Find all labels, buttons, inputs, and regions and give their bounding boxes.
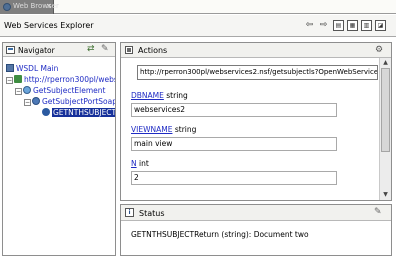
editor-tab-bar: Web Browser × (0, 0, 396, 14)
service-element-icon (23, 86, 31, 94)
tree-item-label[interactable]: GetSubjectElement (33, 86, 105, 95)
n-input[interactable]: 2 (131, 171, 337, 185)
tree-item-getnthsubject[interactable]: GETNTHSUBJECT (42, 108, 115, 118)
status-title: Status (139, 209, 165, 218)
n-type: int (139, 159, 149, 168)
back-icon[interactable]: ⇦ (304, 20, 315, 31)
forward-icon[interactable]: ⇨ (318, 20, 329, 31)
viewname-link[interactable]: VIEWNAME (131, 125, 172, 134)
navigator-panel: Navigator ⇄ ✎ WSDL Main − http://rperron3… (2, 42, 116, 256)
wsil-page-icon[interactable]: ▦ (347, 20, 358, 31)
tree-item-wsdl-main[interactable]: WSDL Main (6, 64, 58, 74)
dbname-link[interactable]: DBNAME (131, 91, 164, 100)
close-icon[interactable]: × (46, 2, 52, 10)
viewname-label: VIEWNAME string (131, 125, 196, 134)
scroll-up-icon[interactable]: ▲ (380, 58, 391, 68)
globe-icon (3, 3, 11, 11)
dbname-input[interactable]: webservices2 (131, 103, 337, 117)
viewname-input[interactable]: main view (131, 137, 337, 151)
scroll-down-icon[interactable]: ▼ (380, 190, 391, 200)
wsdl-main-icon (6, 64, 14, 72)
tree-item-label[interactable]: WSDL Main (16, 64, 58, 73)
tree-item-label[interactable]: http://rperron300pl/webservices2.nsf (24, 75, 115, 84)
explorer-title-bar: Web Services Explorer ⇦ ⇨ ▤ ▦ ▥ ◪ (0, 15, 396, 37)
actions-title: Actions (138, 46, 168, 55)
refresh-icon[interactable]: ⇄ (87, 44, 95, 54)
actions-icon (125, 46, 133, 54)
port-binding-icon (32, 97, 40, 105)
favorites-icon[interactable]: ◪ (375, 20, 386, 31)
wsdl-service-icon (14, 75, 22, 83)
tree-item-port-binding[interactable]: − GetSubjectPortSoapBinding (24, 97, 115, 107)
tree-item-label[interactable]: GetSubjectPortSoapBinding (42, 97, 115, 106)
tab-label: Web Browser (13, 2, 59, 10)
wsdl-page-icon[interactable]: ▥ (361, 20, 372, 31)
clear-status-icon[interactable]: ✎ (374, 207, 382, 217)
status-header: i Status ✎ (121, 205, 391, 221)
collapse-toggle-icon[interactable]: − (24, 99, 31, 106)
collapse-toggle-icon[interactable]: − (15, 88, 22, 95)
status-panel: i Status ✎ GETNTHSUBJECTReturn (string):… (120, 204, 392, 256)
clear-icon[interactable]: ✎ (101, 44, 109, 54)
n-label: N int (131, 159, 149, 168)
actions-panel: Actions ⚙ http://rperron300pl/webservice… (120, 42, 392, 201)
tree-item-service-url[interactable]: − http://rperron300pl/webservices2.nsf (6, 75, 115, 85)
info-icon: i (125, 208, 134, 217)
uddi-page-icon[interactable]: ▤ (333, 20, 344, 31)
actions-scrollbar[interactable]: ▲ ▼ (379, 58, 391, 200)
navigator-header: Navigator ⇄ ✎ (3, 43, 115, 57)
endpoint-url-field[interactable]: http://rperron300pl/webservices2.nsf/get… (137, 65, 378, 80)
navigator-title: Navigator (18, 46, 55, 55)
viewname-type: string (174, 125, 197, 134)
actions-header: Actions ⚙ (121, 43, 391, 58)
web-browser-tab[interactable]: Web Browser × (0, 0, 59, 14)
status-message: GETNTHSUBJECTReturn (string): Document t… (131, 230, 309, 239)
tree-item-get-subject-element[interactable]: − GetSubjectElement (15, 86, 105, 96)
n-link[interactable]: N (131, 159, 137, 168)
scroll-thumb[interactable] (381, 68, 390, 152)
dbname-type: string (166, 91, 188, 100)
navigator-icon (6, 46, 15, 54)
collapse-toggle-icon[interactable]: − (6, 77, 13, 84)
explorer-title: Web Services Explorer (4, 21, 94, 30)
tree-item-label-selected[interactable]: GETNTHSUBJECT (52, 108, 115, 117)
operation-icon (42, 108, 50, 116)
source-icon[interactable]: ⚙ (375, 45, 383, 55)
dbname-label: DBNAME string (131, 91, 188, 100)
